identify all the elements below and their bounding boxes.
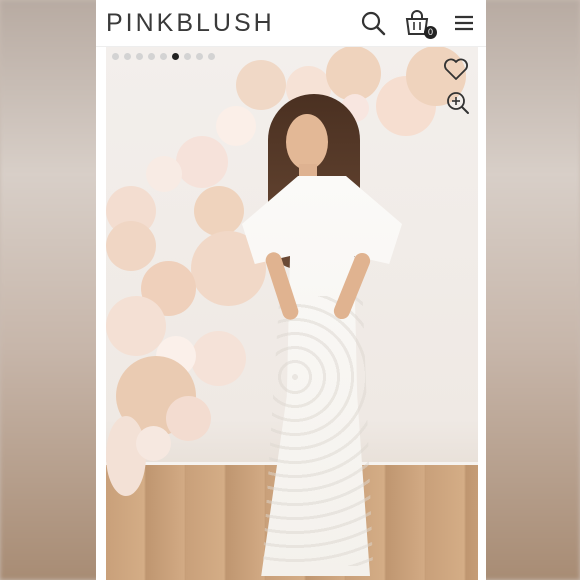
gallery-dot[interactable] xyxy=(208,53,215,60)
gallery-dot[interactable] xyxy=(124,53,131,60)
gallery-dot[interactable] xyxy=(196,53,203,60)
balloon xyxy=(106,416,146,496)
balloon xyxy=(236,60,286,110)
gallery-dot[interactable] xyxy=(136,53,143,60)
gallery-dot[interactable] xyxy=(160,53,167,60)
lace-pattern xyxy=(262,296,373,566)
gallery-dot[interactable] xyxy=(172,53,179,60)
brand-logo[interactable]: PINKBLUSH xyxy=(106,9,275,38)
model-face xyxy=(286,114,328,170)
heart-icon[interactable] xyxy=(443,56,469,82)
balloon xyxy=(166,396,211,441)
balloon xyxy=(216,106,256,146)
site-header: PINKBLUSH 0 xyxy=(96,0,486,47)
balloon xyxy=(146,156,182,192)
balloon xyxy=(106,221,156,271)
balloon xyxy=(176,136,228,188)
hamburger-menu-icon[interactable] xyxy=(451,10,477,36)
balloon xyxy=(194,186,244,236)
zoom-in-icon[interactable] xyxy=(445,90,471,116)
gallery-pagination xyxy=(112,53,215,60)
phone-screen: PINKBLUSH 0 xyxy=(96,0,486,580)
bag-count-badge: 0 xyxy=(424,26,437,39)
product-image[interactable] xyxy=(106,46,478,580)
search-icon[interactable] xyxy=(360,10,386,36)
gallery-dot[interactable] xyxy=(184,53,191,60)
balloon xyxy=(326,46,381,101)
gallery-dot[interactable] xyxy=(148,53,155,60)
blurred-background-left xyxy=(0,0,100,580)
gallery-dot[interactable] xyxy=(112,53,119,60)
balloon xyxy=(136,426,171,461)
blurred-background-right xyxy=(480,0,580,580)
balloon xyxy=(191,331,246,386)
